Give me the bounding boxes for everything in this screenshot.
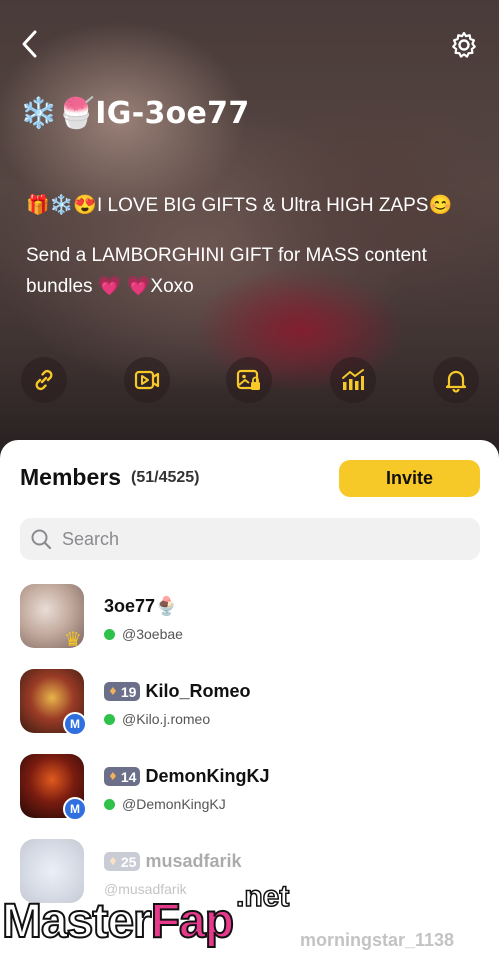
bio-line-1: 🎁❄️😍I LOVE BIG GIFTS & Ultra HIGH ZAPS😊 [26,195,453,216]
member-row[interactable]: M ♦ 19 Kilo_Romeo @Kilo.j.romeo [20,669,480,754]
group-bio: 🎁❄️😍I LOVE BIG GIFTS & Ultra HIGH ZAPS😊 … [26,190,476,321]
bio-line-2: Send a LAMBORGHINI GIFT for MASS content… [26,245,427,297]
online-status-dot [104,798,115,810]
member-name: DemonKingKJ [145,766,270,786]
member-handle-line: @Kilo.j.romeo [104,711,210,727]
video-button[interactable] [124,357,170,403]
crown-icon: ♛ [64,627,82,651]
back-button[interactable] [14,26,46,62]
stats-chart-icon [342,369,364,390]
member-row[interactable]: M ♦ 14 DemonKingKJ @DemonKingKJ [20,754,480,839]
watermark: morningstar_1138 .net MasterFap [0,879,499,960]
level-badge: ♦ 25 [104,852,141,871]
search-icon [31,529,52,550]
locked-photo-icon [236,369,260,390]
video-icon [134,370,160,390]
watermark-net: .net [235,879,290,914]
chevron-left-icon [22,30,37,58]
gear-icon [452,31,476,58]
member-handle-line: @3oebae [104,626,183,642]
invite-button[interactable]: Invite [339,460,480,497]
level-number: 25 [120,853,137,870]
members-title: Members [20,464,121,490]
member-badge: M [63,797,87,821]
member-name-line: ♦ 25 musadfarik [104,851,242,872]
member-handle: @3oebae [122,626,183,642]
action-row [0,357,499,407]
settings-button[interactable] [449,30,479,60]
members-count: (51/4525) [131,469,200,486]
watermark-master: Master [1,894,153,949]
level-badge: ♦ 19 [104,682,141,701]
member-badge: M [63,712,87,736]
member-name: Kilo_Romeo [145,681,251,701]
flame-icon: ♦ [108,855,118,868]
partial-member-name: morningstar_1138 [300,930,455,950]
member-handle: @DemonKingKJ [122,796,226,812]
member-row[interactable]: ♛ 3oe77🍨 @3oebae [20,584,480,669]
member-name-line: ♦ 19 Kilo_Romeo [104,681,250,702]
search-input[interactable]: Search [20,518,480,560]
bell-icon [445,370,467,393]
member-name: 3oe77🍨 [104,596,178,616]
online-status-dot [104,628,115,640]
level-number: 19 [120,683,137,700]
link-icon [35,369,53,391]
watermark-text: MasterFap [1,894,235,949]
notifications-button[interactable] [433,357,479,403]
watermark-fap: Fap [150,894,235,949]
online-status-dot [104,713,115,725]
member-handle-line: @DemonKingKJ [104,796,226,812]
member-name-line: 3oe77🍨 [104,596,177,617]
link-button[interactable] [21,357,67,403]
member-name: musadfarik [145,851,242,871]
top-bar [0,0,499,90]
member-name-line: ♦ 14 DemonKingKJ [104,766,269,787]
level-number: 14 [120,768,137,785]
flame-icon: ♦ [108,685,118,698]
member-handle: @Kilo.j.romeo [122,711,211,727]
group-title: ❄️🍧IG-3oe77 [20,96,250,131]
flame-icon: ♦ [108,770,118,783]
member-list: ♛ 3oe77🍨 @3oebae M ♦ 19 Kilo_Romeo @Kilo.… [20,584,480,924]
members-header: Members (51/4525) Invite [20,460,480,500]
stats-button[interactable] [330,357,376,403]
search-placeholder: Search [62,528,120,549]
locked-photo-button[interactable] [226,357,272,403]
level-badge: ♦ 14 [104,767,141,786]
